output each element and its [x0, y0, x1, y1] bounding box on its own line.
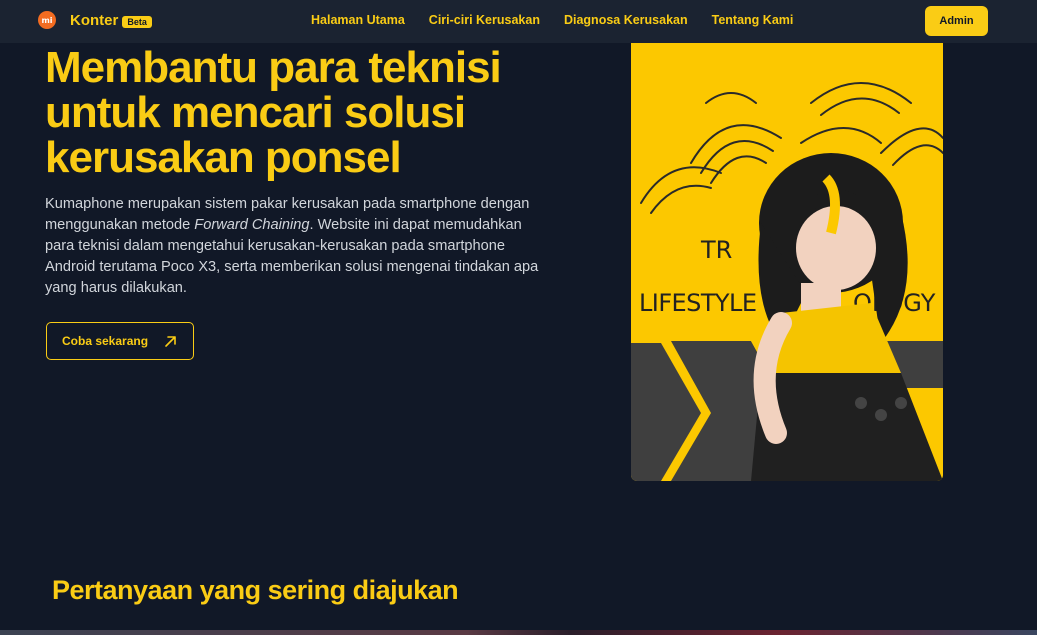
- nav-link-diagnosa-kerusakan[interactable]: Diagnosa Kerusakan: [564, 13, 688, 27]
- faq-title: Pertanyaan yang sering diajukan: [52, 575, 459, 605]
- arrow-up-right-icon: [164, 335, 177, 348]
- try-now-button[interactable]: Coba sekarang: [46, 322, 194, 360]
- beta-badge: Beta: [122, 15, 152, 28]
- hero-illustration: TR LIFESTYLE OLOGY: [631, 43, 943, 481]
- art-text-lifestyle: LIFESTYLE: [639, 289, 757, 317]
- brand-name: Konter: [70, 11, 119, 29]
- hero-description: Kumaphone merupakan sistem pakar kerusak…: [45, 194, 545, 299]
- nav-links: Halaman Utama Ciri-ciri Kerusakan Diagno…: [311, 13, 817, 27]
- nav-link-tentang-kami[interactable]: Tentang Kami: [712, 13, 794, 27]
- hero-title: Membantu para teknisi untuk mencari solu…: [45, 43, 502, 182]
- brand-logo-icon: mi: [38, 11, 56, 29]
- art-text-tr: TR: [700, 236, 732, 264]
- try-now-label: Coba sekarang: [62, 334, 149, 348]
- nav-link-ciri-ciri-kerusakan[interactable]: Ciri-ciri Kerusakan: [429, 13, 540, 27]
- nav-link-halaman-utama[interactable]: Halaman Utama: [311, 13, 405, 27]
- brand[interactable]: mi Konter Beta: [38, 11, 152, 29]
- admin-button[interactable]: Admin: [925, 6, 988, 36]
- hero-desc-method: Forward Chaining: [194, 217, 310, 233]
- navbar: mi Konter Beta Halaman Utama Ciri-ciri K…: [0, 0, 1037, 43]
- faq-card-strip: [0, 630, 1037, 635]
